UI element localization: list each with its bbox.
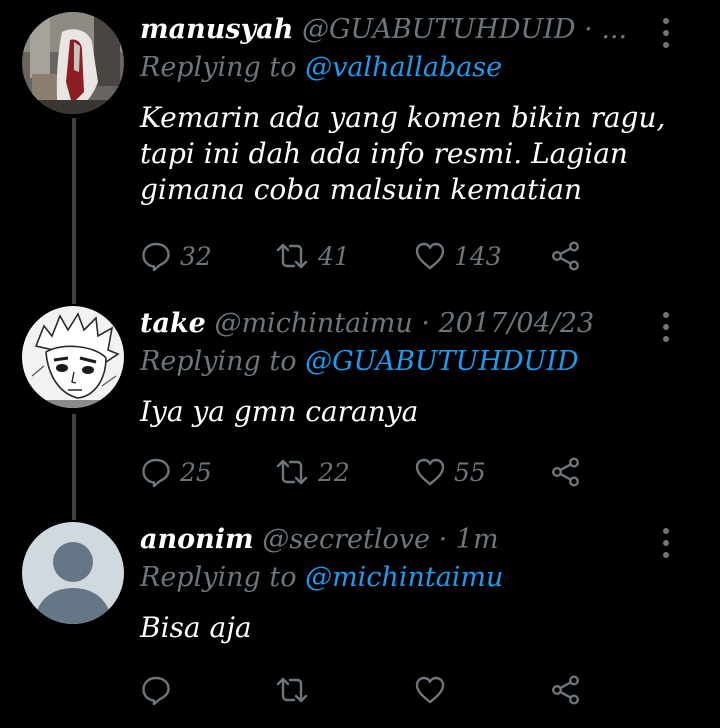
like-count: 143 xyxy=(454,241,502,271)
tweet-meta: · 2017/04/23 xyxy=(421,308,595,339)
replying-to-handle[interactable]: @michintaimu xyxy=(305,562,503,593)
heart-icon xyxy=(414,674,446,706)
more-icon[interactable] xyxy=(660,528,672,558)
like-button[interactable]: 143 xyxy=(414,238,502,274)
tweet[interactable]: manusyah @GUABUTUHDUID · ... Replying to… xyxy=(0,12,720,292)
like-button[interactable]: 55 xyxy=(414,454,486,490)
share-icon xyxy=(550,240,582,272)
tweet-actions xyxy=(140,672,600,708)
share-icon xyxy=(550,674,582,706)
tweet-text-line: tapi ini dah ada info resmi. Lagian xyxy=(140,137,628,170)
tweet-text: Iya ya gmn caranya xyxy=(140,394,418,430)
tweet-actions: 32 41 143 xyxy=(140,238,600,274)
share-icon xyxy=(550,456,582,488)
tweet-actions: 25 22 55 xyxy=(140,454,600,490)
reply-count: 25 xyxy=(180,457,212,487)
tweet-text-line: gimana coba malsuin kematian xyxy=(140,173,583,206)
display-name[interactable]: anonim xyxy=(140,524,254,555)
tweet-text-line: Iya ya gmn caranya xyxy=(140,395,419,428)
share-button[interactable] xyxy=(550,454,582,490)
reply-button[interactable]: 32 xyxy=(140,238,212,274)
user-handle[interactable]: @michintaimu xyxy=(214,308,412,339)
tweet-text-line: Kemarin ada yang komen bikin ragu, xyxy=(140,101,666,134)
retweet-button[interactable]: 41 xyxy=(274,238,350,274)
replying-to: Replying to @michintaimu xyxy=(140,560,503,596)
tweet-meta: · 1m xyxy=(438,524,499,555)
heart-icon xyxy=(414,456,446,488)
share-button[interactable] xyxy=(550,238,582,274)
reply-icon xyxy=(140,456,172,488)
conversation-thread: manusyah @GUABUTUHDUID · ... Replying to… xyxy=(0,0,720,728)
more-icon[interactable] xyxy=(660,18,672,48)
reply-icon xyxy=(140,674,172,706)
tweet-meta: · ... xyxy=(584,14,628,45)
retweet-count: 41 xyxy=(318,241,350,271)
tweet-text: Bisa aja xyxy=(140,610,252,646)
user-handle[interactable]: @GUABUTUHDUID xyxy=(302,14,576,45)
avatar[interactable] xyxy=(22,522,124,624)
tweet-header: manusyah @GUABUTUHDUID · ... xyxy=(140,12,650,48)
replying-to: Replying to @valhallabase xyxy=(140,50,502,86)
replying-to-handle[interactable]: @valhallabase xyxy=(305,52,502,83)
display-name[interactable]: take xyxy=(140,308,206,339)
reply-button[interactable]: 25 xyxy=(140,454,212,490)
avatar[interactable] xyxy=(22,306,124,408)
reply-button[interactable] xyxy=(140,672,172,708)
tweet-text-line: Bisa aja xyxy=(140,611,252,644)
retweet-icon xyxy=(274,240,310,272)
retweet-icon xyxy=(274,456,310,488)
more-icon[interactable] xyxy=(660,312,672,342)
tweet-header: take @michintaimu · 2017/04/23 xyxy=(140,306,650,342)
heart-icon xyxy=(414,240,446,272)
retweet-button[interactable]: 22 xyxy=(274,454,350,490)
retweet-count: 22 xyxy=(318,457,350,487)
like-count: 55 xyxy=(454,457,486,487)
reply-icon xyxy=(140,240,172,272)
replying-to-label: Replying to xyxy=(140,562,297,593)
share-button[interactable] xyxy=(550,672,582,708)
user-handle[interactable]: @secretlove xyxy=(262,524,430,555)
reply-count: 32 xyxy=(180,241,212,271)
replying-to-handle[interactable]: @GUABUTUHDUID xyxy=(305,346,579,377)
tweet[interactable]: take @michintaimu · 2017/04/23 Replying … xyxy=(0,306,720,506)
replying-to-label: Replying to xyxy=(140,52,297,83)
replying-to-label: Replying to xyxy=(140,346,297,377)
like-button[interactable] xyxy=(414,672,446,708)
display-name[interactable]: manusyah xyxy=(140,14,293,45)
retweet-icon xyxy=(274,674,310,706)
tweet-text: Kemarin ada yang komen bikin ragu, tapi … xyxy=(140,100,665,208)
avatar[interactable] xyxy=(22,12,124,114)
retweet-button[interactable] xyxy=(274,672,310,708)
tweet-header: anonim @secretlove · 1m xyxy=(140,522,650,558)
tweet[interactable]: anonim @secretlove · 1m Replying to @mic… xyxy=(0,522,720,722)
replying-to: Replying to @GUABUTUHDUID xyxy=(140,344,579,380)
